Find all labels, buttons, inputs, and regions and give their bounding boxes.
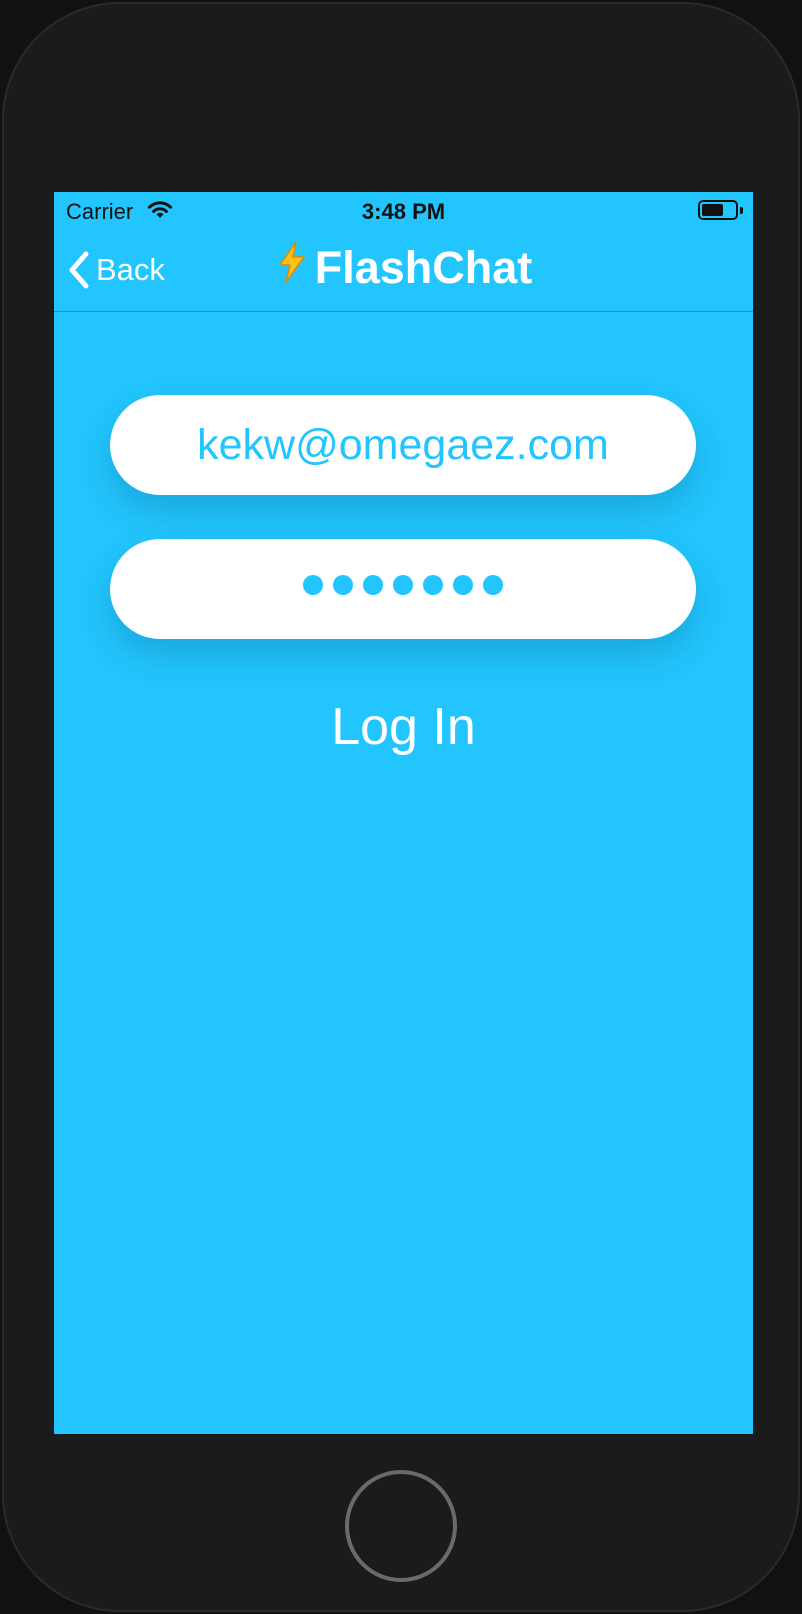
battery-tip bbox=[740, 207, 743, 214]
battery-icon bbox=[698, 200, 738, 220]
battery-level-fill bbox=[702, 204, 723, 216]
password-dot bbox=[483, 575, 503, 595]
password-dot bbox=[333, 575, 353, 595]
password-dot bbox=[363, 575, 383, 595]
app-screen: Carrier 3:48 PM Back FlashChat kekw@omeg… bbox=[54, 192, 753, 1434]
password-field[interactable] bbox=[110, 539, 696, 639]
password-mask bbox=[303, 575, 503, 595]
password-dot bbox=[303, 575, 323, 595]
lightning-bolt-icon bbox=[275, 240, 309, 295]
email-field-value: kekw@omegaez.com bbox=[197, 420, 609, 469]
clock-time: 3:48 PM bbox=[361, 199, 446, 224]
password-dot bbox=[393, 575, 413, 595]
log-in-button[interactable]: Log In bbox=[54, 697, 753, 757]
page-title-container: FlashChat bbox=[54, 240, 753, 295]
password-dot bbox=[453, 575, 473, 595]
device-frame: Carrier 3:48 PM Back FlashChat kekw@omeg… bbox=[2, 2, 800, 1612]
email-field[interactable]: kekw@omegaez.com bbox=[110, 395, 696, 495]
page-title: FlashChat bbox=[314, 242, 533, 293]
password-dot bbox=[423, 575, 443, 595]
home-button[interactable] bbox=[345, 1470, 457, 1582]
navigation-bar: Back FlashChat bbox=[54, 232, 753, 312]
status-bar: Carrier 3:48 PM bbox=[54, 192, 753, 232]
